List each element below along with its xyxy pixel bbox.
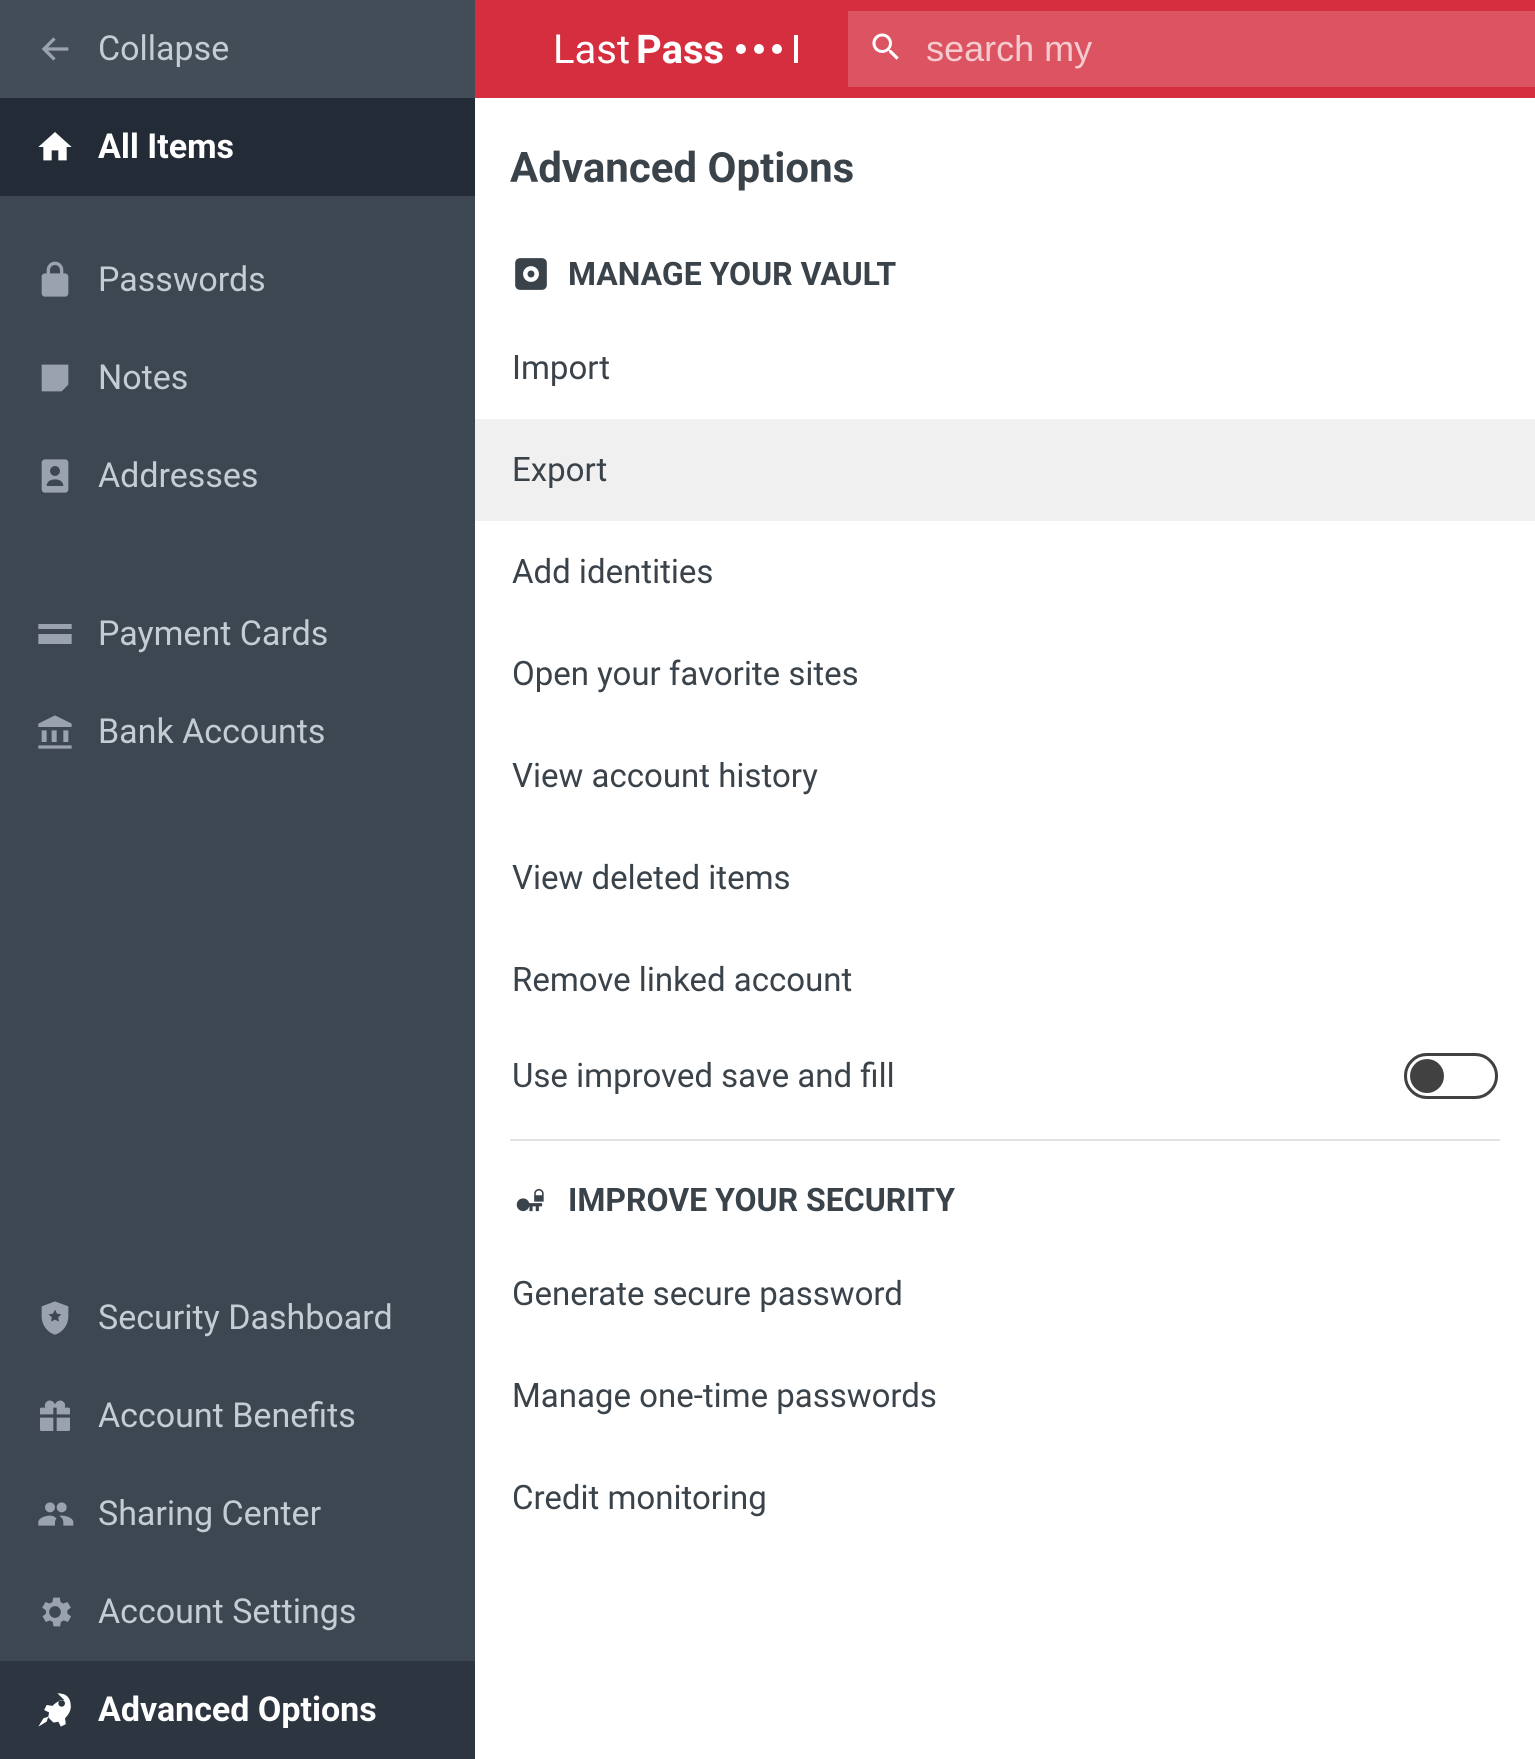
option-label: Export: [512, 451, 607, 490]
address-book-icon: [30, 456, 80, 496]
sidebar-item-label: Addresses: [98, 456, 258, 496]
option-remove-linked-account[interactable]: Remove linked account: [475, 929, 1535, 1031]
option-one-time-passwords[interactable]: Manage one-time passwords: [475, 1345, 1535, 1447]
sidebar-item-payment-cards[interactable]: Payment Cards: [0, 585, 475, 683]
option-account-history[interactable]: View account history: [475, 725, 1535, 827]
sidebar-item-passwords[interactable]: Passwords: [0, 231, 475, 329]
sidebar-item-label: Account Benefits: [98, 1396, 356, 1436]
sidebar-collapse-label: Collapse: [98, 29, 229, 69]
logo-dots-icon: [736, 35, 798, 63]
credit-card-icon: [30, 614, 80, 654]
sidebar: Collapse All Items Passwords Notes: [0, 0, 475, 1759]
option-label: Manage one-time passwords: [512, 1377, 937, 1416]
content: Advanced Options MANAGE YOUR VAULT Impor…: [475, 98, 1535, 1759]
bank-icon: [30, 712, 80, 752]
toggle-knob: [1410, 1059, 1444, 1093]
sidebar-item-advanced-options[interactable]: Advanced Options: [0, 1661, 475, 1759]
sidebar-item-label: Advanced Options: [98, 1690, 377, 1730]
topbar: LastPass: [475, 0, 1535, 98]
sidebar-item-notes[interactable]: Notes: [0, 329, 475, 427]
sidebar-item-bank-accounts[interactable]: Bank Accounts: [0, 683, 475, 781]
logo-text-pass: Pass: [636, 26, 724, 73]
rocket-icon: [30, 1690, 80, 1730]
page-title: Advanced Options: [510, 144, 1500, 193]
vault-icon: [512, 255, 550, 293]
home-icon: [30, 127, 80, 167]
lastpass-logo: LastPass: [553, 26, 798, 73]
option-label: Remove linked account: [512, 961, 852, 1000]
option-label: Credit monitoring: [512, 1479, 767, 1518]
sidebar-item-label: Security Dashboard: [98, 1298, 393, 1338]
sidebar-item-all-items[interactable]: All Items: [0, 98, 475, 196]
key-lock-icon: [512, 1181, 550, 1219]
option-deleted-items[interactable]: View deleted items: [475, 827, 1535, 929]
search-box[interactable]: [848, 11, 1535, 87]
sidebar-item-label: Account Settings: [98, 1592, 356, 1632]
sidebar-item-account-settings[interactable]: Account Settings: [0, 1563, 475, 1661]
option-improved-save-fill[interactable]: Use improved save and fill: [475, 1031, 1535, 1121]
sidebar-item-sharing-center[interactable]: Sharing Center: [0, 1465, 475, 1563]
section-divider: [510, 1139, 1500, 1141]
option-label: View account history: [512, 757, 818, 796]
main: LastPass Advanced Options MANAGE YOUR VA…: [475, 0, 1535, 1759]
section-improve-security: IMPROVE YOUR SECURITY: [510, 1181, 1500, 1219]
shield-star-icon: [30, 1298, 80, 1338]
arrow-left-icon: [30, 29, 80, 69]
sidebar-item-account-benefits[interactable]: Account Benefits: [0, 1367, 475, 1465]
sidebar-item-label: All Items: [98, 127, 234, 167]
option-credit-monitoring[interactable]: Credit monitoring: [475, 1447, 1535, 1549]
option-generate-password[interactable]: Generate secure password: [475, 1243, 1535, 1345]
option-label: Use improved save and fill: [512, 1057, 895, 1096]
sidebar-item-label: Bank Accounts: [98, 712, 325, 752]
option-label: Add identities: [512, 553, 713, 592]
sidebar-item-addresses[interactable]: Addresses: [0, 427, 475, 525]
logo-text-last: Last: [553, 26, 630, 73]
sidebar-item-label: Passwords: [98, 260, 266, 300]
note-icon: [30, 358, 80, 398]
option-label: Open your favorite sites: [512, 655, 859, 694]
lock-icon: [30, 260, 80, 300]
search-icon: [868, 29, 904, 69]
gear-icon: [30, 1592, 80, 1632]
sidebar-item-label: Sharing Center: [98, 1494, 321, 1534]
option-add-identities[interactable]: Add identities: [475, 521, 1535, 623]
option-open-favorites[interactable]: Open your favorite sites: [475, 623, 1535, 725]
option-export[interactable]: Export: [475, 419, 1535, 521]
option-label: View deleted items: [512, 859, 791, 898]
option-label: Import: [512, 349, 610, 388]
people-icon: [30, 1494, 80, 1534]
sidebar-collapse[interactable]: Collapse: [0, 0, 475, 98]
section-title: MANAGE YOUR VAULT: [568, 255, 896, 293]
gift-icon: [30, 1396, 80, 1436]
search-input[interactable]: [926, 28, 1515, 70]
sidebar-item-label: Notes: [98, 358, 188, 398]
sidebar-item-security-dashboard[interactable]: Security Dashboard: [0, 1269, 475, 1367]
option-import[interactable]: Import: [475, 317, 1535, 419]
section-manage-vault: MANAGE YOUR VAULT: [510, 255, 1500, 293]
toggle-improved-save-fill[interactable]: [1404, 1053, 1498, 1099]
option-label: Generate secure password: [512, 1275, 903, 1314]
section-title: IMPROVE YOUR SECURITY: [568, 1181, 955, 1219]
sidebar-item-label: Payment Cards: [98, 614, 328, 654]
